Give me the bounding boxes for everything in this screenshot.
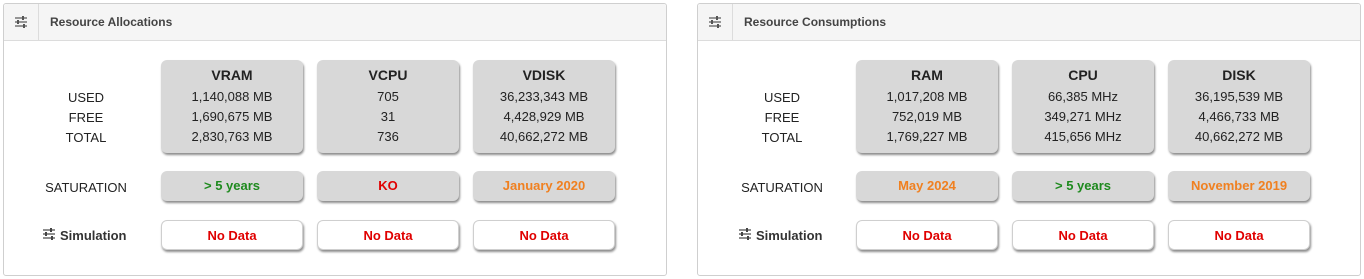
free-value: 349,271 MHz <box>1044 109 1122 124</box>
panel-header: Resource Consumptions <box>698 4 1360 41</box>
total-value: 2,830,763 MB <box>191 129 273 144</box>
free-value: 1,690,675 MB <box>191 109 273 124</box>
used-value: 66,385 MHz <box>1047 89 1119 104</box>
card-title: RAM <box>911 67 943 83</box>
saturation-badge: > 5 years <box>1012 171 1154 201</box>
simulation-button[interactable]: No Data <box>856 220 998 250</box>
total-value: 40,662,272 MB <box>499 129 589 144</box>
panel-title: Resource Allocations <box>50 15 173 29</box>
card-title: DISK <box>1222 67 1256 83</box>
free-label: FREE <box>68 110 104 125</box>
total-label: TOTAL <box>761 130 803 145</box>
simulation-button[interactable]: No Data <box>1012 220 1154 250</box>
saturation-label: SATURATION <box>741 180 823 195</box>
simulation-button[interactable]: No Data <box>1168 220 1310 250</box>
sliders-icon[interactable] <box>4 4 39 40</box>
saturation-badge: KO <box>317 171 459 201</box>
panel-title: Resource Consumptions <box>744 15 887 29</box>
total-value: 1,769,227 MB <box>886 129 968 144</box>
saturation-badge: November 2019 <box>1168 171 1310 201</box>
vram-card: VRAM 1,140,088 MB 1,690,675 MB 2,830,763… <box>161 60 303 153</box>
saturation-label: SATURATION <box>45 180 127 195</box>
used-label: USED <box>67 90 105 105</box>
used-value: 1,140,088 MB <box>191 89 273 104</box>
sliders-icon <box>42 228 56 243</box>
saturation-badge: January 2020 <box>473 171 615 201</box>
simulation-button[interactable]: No Data <box>473 220 615 250</box>
total-value: 736 <box>377 129 399 144</box>
card-title: VDISK <box>522 67 566 83</box>
panel-header: Resource Allocations <box>4 4 666 41</box>
sliders-icon <box>738 228 752 243</box>
free-label: FREE <box>764 110 800 125</box>
card-title: VCPU <box>368 67 408 83</box>
vdisk-card: VDISK 36,233,343 MB 4,428,929 MB 40,662,… <box>473 60 615 153</box>
cpu-card: CPU 66,385 MHz 349,271 MHz 415,656 MHz <box>1012 60 1154 153</box>
used-value: 1,017,208 MB <box>886 89 968 104</box>
total-value: 415,656 MHz <box>1044 129 1122 144</box>
used-value: 36,233,343 MB <box>499 89 589 104</box>
free-value: 752,019 MB <box>891 109 963 124</box>
simulation-label: Simulation <box>42 228 126 243</box>
total-value: 40,662,272 MB <box>1194 129 1284 144</box>
simulation-label: Simulation <box>738 228 822 243</box>
simulation-text: Simulation <box>756 228 823 243</box>
simulation-button[interactable]: No Data <box>161 220 303 250</box>
disk-card: DISK 36,195,539 MB 4,466,733 MB 40,662,2… <box>1168 60 1310 153</box>
simulation-button[interactable]: No Data <box>317 220 459 250</box>
used-label: USED <box>763 90 801 105</box>
card-title: VRAM <box>211 67 253 83</box>
vcpu-card: VCPU 705 31 736 <box>317 60 459 153</box>
free-value: 4,466,733 MB <box>1198 109 1280 124</box>
saturation-badge: > 5 years <box>161 171 303 201</box>
used-value: 705 <box>377 89 399 104</box>
free-value: 4,428,929 MB <box>503 109 585 124</box>
saturation-badge: May 2024 <box>856 171 998 201</box>
resource-consumptions-panel: Resource Consumptions USED FREE TOTAL SA… <box>697 3 1361 276</box>
simulation-text: Simulation <box>60 228 127 243</box>
ram-card: RAM 1,017,208 MB 752,019 MB 1,769,227 MB <box>856 60 998 153</box>
sliders-icon[interactable] <box>698 4 733 40</box>
total-label: TOTAL <box>65 130 107 145</box>
resource-allocations-panel: Resource Allocations USED FREE TOTAL SAT… <box>3 3 667 276</box>
card-title: CPU <box>1068 67 1098 83</box>
free-value: 31 <box>380 109 396 124</box>
used-value: 36,195,539 MB <box>1194 89 1284 104</box>
